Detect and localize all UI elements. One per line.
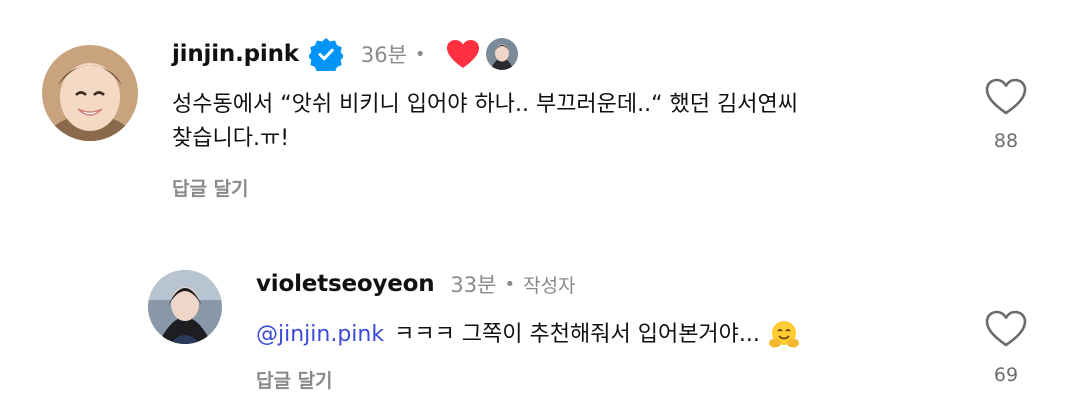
separator-dot: •: [414, 43, 426, 65]
comment-1: jinjin.pink 36분 • 성수동에서 “앗쉬 비키니 입어야 하나..…: [0, 0, 1080, 230]
comment-text: 성수동에서 “앗쉬 비키니 입어야 하나.. 부끄러운데..“ 했던 김서연씨 …: [172, 88, 892, 156]
reply-button[interactable]: 답글 달기: [256, 366, 333, 393]
comment-text-line-1: 성수동에서 “앗쉬 비키니 입어야 하나.. 부끄러운데..“ 했던 김서연씨: [172, 92, 798, 117]
comment-header: violetseoyeon 33분 • 작성자: [256, 268, 576, 300]
comment-time: 36분: [360, 43, 407, 67]
heart-outline-icon[interactable]: [985, 78, 1027, 116]
like-count: 69: [993, 364, 1019, 386]
comment-header: jinjin.pink 36분 •: [172, 36, 518, 74]
comment-time: 33분: [450, 273, 497, 297]
comment-text: @jinjin.pink ㅋㅋㅋ 그쪽이 추천해줘서 입어본거야...: [256, 318, 976, 352]
verified-badge-icon: [307, 37, 344, 74]
reply-button[interactable]: 답글 달기: [172, 174, 249, 201]
separator-dot: •: [504, 273, 516, 295]
avatar[interactable]: [42, 45, 138, 141]
avatar[interactable]: [148, 270, 222, 344]
username[interactable]: jinjin.pink: [172, 41, 299, 67]
comment-text-line-2: 찾습니다.ㅠ!: [172, 126, 290, 151]
mention-link[interactable]: @jinjin.pink: [256, 318, 384, 352]
heart-outline-icon[interactable]: [985, 310, 1027, 348]
like-control: 69: [976, 310, 1036, 386]
creator-avatar: [485, 38, 518, 70]
comment-body: ㅋㅋㅋ 그쪽이 추천해줘서 입어본거야...: [394, 322, 760, 347]
author-badge: 작성자: [523, 274, 576, 297]
username[interactable]: violetseoyeon: [256, 271, 435, 297]
hugging-face-emoji-icon: [768, 319, 800, 351]
like-control: 88: [976, 78, 1036, 152]
like-count: 88: [993, 130, 1019, 152]
red-heart-icon: [446, 39, 480, 69]
